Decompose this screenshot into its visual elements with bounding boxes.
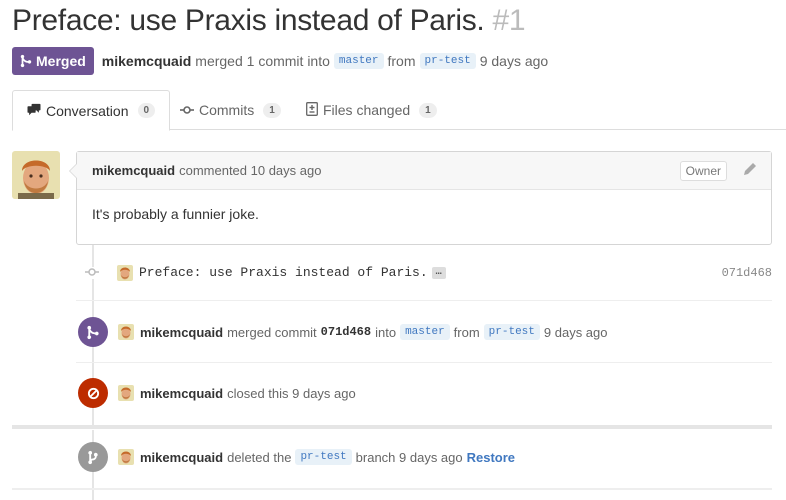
merge-commit-sha[interactable]: 071d468 <box>321 325 371 339</box>
timeline-divider <box>76 362 772 363</box>
commit-sha[interactable]: 071d468 <box>722 266 772 280</box>
event-user-link[interactable]: mikemcquaid <box>140 450 223 465</box>
pr-number: #1 <box>492 4 526 37</box>
commit-message[interactable]: Preface: use Praxis instead of Paris.… <box>139 265 446 280</box>
comment-action: commented 10 days ago <box>179 163 322 178</box>
tab-conversation[interactable]: Conversation 0 <box>12 90 171 131</box>
circle-slash-icon <box>78 378 108 408</box>
event-user-link[interactable]: mikemcquaid <box>140 325 223 340</box>
summary-text: merged 1 commit into <box>195 53 330 69</box>
base-branch[interactable]: master <box>400 324 450 340</box>
expand-commit-button[interactable]: … <box>431 266 446 279</box>
avatar[interactable] <box>117 265 133 281</box>
tab-commits[interactable]: Commits 1 <box>166 90 295 130</box>
tab-label: Files changed <box>323 102 411 118</box>
event-user-link[interactable]: mikemcquaid <box>140 386 223 401</box>
pr-title-text: Preface: use Praxis instead of Paris. <box>12 4 485 37</box>
git-branch-icon <box>78 442 108 472</box>
tab-counter: 1 <box>419 102 437 118</box>
head-branch[interactable]: pr-test <box>483 324 540 340</box>
comment-header: mikemcquaid commented 10 days ago Owner <box>77 152 771 190</box>
merged-badge: Merged <box>12 47 94 75</box>
event-text: merged commit <box>227 324 317 340</box>
tab-counter: 1 <box>263 102 281 118</box>
avatar[interactable] <box>12 151 60 199</box>
event-text: deleted the <box>227 449 292 465</box>
comment-discussion-icon <box>27 103 41 119</box>
git-merge-icon <box>78 317 108 347</box>
comment-author-link[interactable]: mikemcquaid <box>92 163 175 178</box>
timeline-end-divider <box>12 425 772 429</box>
from-text: from <box>387 53 416 69</box>
avatar[interactable] <box>118 449 134 465</box>
merged-event: mikemcquaid merged commit 071d468 into m… <box>78 316 772 348</box>
event-text: closed this 9 days ago <box>227 385 356 401</box>
avatar[interactable] <box>118 324 134 340</box>
pr-title: Preface: use Praxis instead of Paris. #1 <box>12 4 526 38</box>
pr-time: 9 days ago <box>479 53 549 69</box>
commit-message-text: Preface: use Praxis instead of Paris. <box>139 265 428 280</box>
commit-row: Preface: use Praxis instead of Paris.… 0… <box>76 259 772 287</box>
comment: mikemcquaid commented 10 days ago Owner … <box>69 151 772 245</box>
deleted-branch: pr-test <box>295 449 352 465</box>
diff-icon <box>306 101 318 119</box>
tab-counter: 0 <box>137 103 156 118</box>
git-commit-icon <box>180 103 194 118</box>
git-commit-icon <box>84 267 100 279</box>
event-time: 9 days ago <box>543 324 608 340</box>
pr-meta: Merged mikemcquaid merged 1 commit into … <box>12 47 548 75</box>
timeline-divider <box>76 300 772 301</box>
restore-branch-button[interactable]: Restore <box>467 450 515 465</box>
timeline-bottom-divider <box>12 488 772 490</box>
git-merge-icon <box>20 54 32 68</box>
pencil-icon[interactable] <box>743 162 757 179</box>
event-suffix: branch 9 days ago <box>355 449 463 465</box>
author-link[interactable]: mikemcquaid <box>102 53 191 69</box>
comment-body: It's probably a funnier joke. <box>92 206 259 222</box>
into-text: into <box>375 324 397 340</box>
owner-badge: Owner <box>679 161 727 181</box>
tab-files-changed[interactable]: Files changed 1 <box>292 90 451 130</box>
tab-label: Commits <box>199 102 255 118</box>
head-branch[interactable]: pr-test <box>419 53 476 69</box>
closed-event: mikemcquaid closed this 9 days ago <box>78 377 772 409</box>
base-branch[interactable]: master <box>333 53 384 69</box>
tab-label: Conversation <box>46 102 129 119</box>
avatar[interactable] <box>118 385 134 401</box>
deleted-branch-event: mikemcquaid deleted the pr-test branch 9… <box>78 441 772 473</box>
from-text: from <box>453 324 480 340</box>
pr-tabs: Conversation 0 Commits 1 Files changed 1 <box>12 90 786 131</box>
merged-label: Merged <box>36 53 86 69</box>
